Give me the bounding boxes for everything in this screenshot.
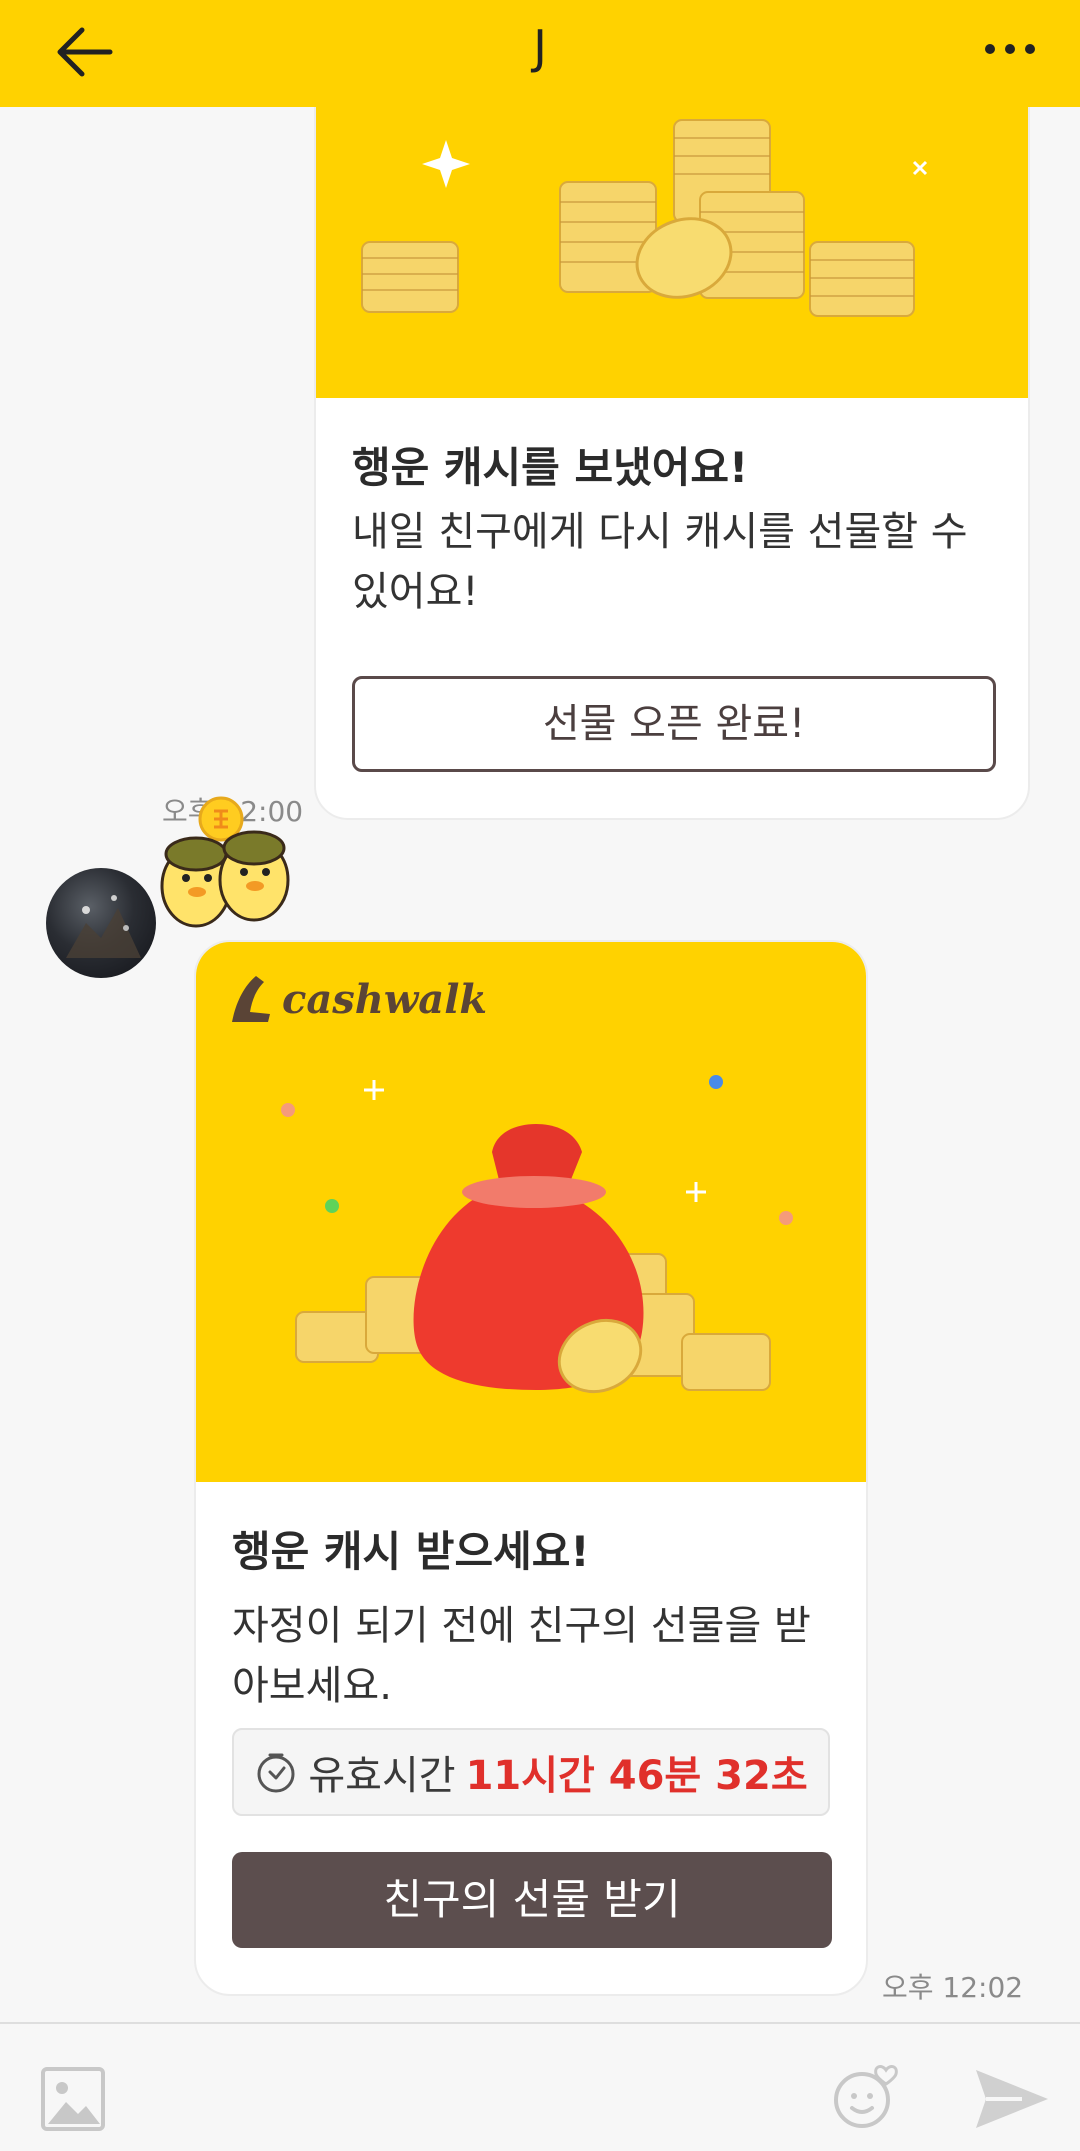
received-timestamp: 오후 12:02 <box>882 1971 1024 2004</box>
timer-box: 유효시간 11시간 46분 32초 <box>232 1728 830 1816</box>
avatar[interactable] <box>46 868 156 978</box>
coin-stack-image <box>361 78 928 317</box>
sent-card-title: 행운 캐시를 보냈어요! <box>352 443 749 492</box>
received-gift-card: cashwalk 행운 캐시 받으세요! 자정이 되기 전에 친구의 선물을 받… <box>194 940 868 1996</box>
app-header: J <box>0 0 1080 107</box>
timer-icon <box>257 1753 295 1793</box>
more-dots-icon[interactable] <box>980 26 1040 72</box>
emoji-icon[interactable] <box>830 2060 904 2134</box>
coins-illustration <box>316 72 1028 398</box>
send-icon[interactable] <box>972 2064 1052 2134</box>
timer-value: 11시간 46분 32초 <box>465 1753 808 1799</box>
timer-label: 유효시간 <box>308 1753 456 1799</box>
image-icon[interactable] <box>40 2066 106 2132</box>
chick-sticker <box>160 830 290 928</box>
money-bag-illustration: cashwalk <box>196 942 866 1482</box>
receive-gift-button[interactable]: 친구의 선물 받기 <box>232 1852 832 1948</box>
gift-opened-button[interactable]: 선물 오픈 완료! <box>352 676 996 772</box>
received-card-body: 자정이 되기 전에 친구의 선물을 받아보세요. <box>232 1603 811 1709</box>
sent-gift-card: 행운 캐시를 보냈어요! 내일 친구에게 다시 캐시를 선물할 수 있어요! 선… <box>314 70 1030 820</box>
received-card-title: 행운 캐시 받으세요! <box>232 1527 590 1576</box>
money-bag-image <box>281 1075 793 1394</box>
sent-card-body: 내일 친구에게 다시 캐시를 선물할 수 있어요! <box>352 509 968 615</box>
chat-input-bar <box>0 2022 1080 2151</box>
chat-title: J <box>533 20 547 74</box>
